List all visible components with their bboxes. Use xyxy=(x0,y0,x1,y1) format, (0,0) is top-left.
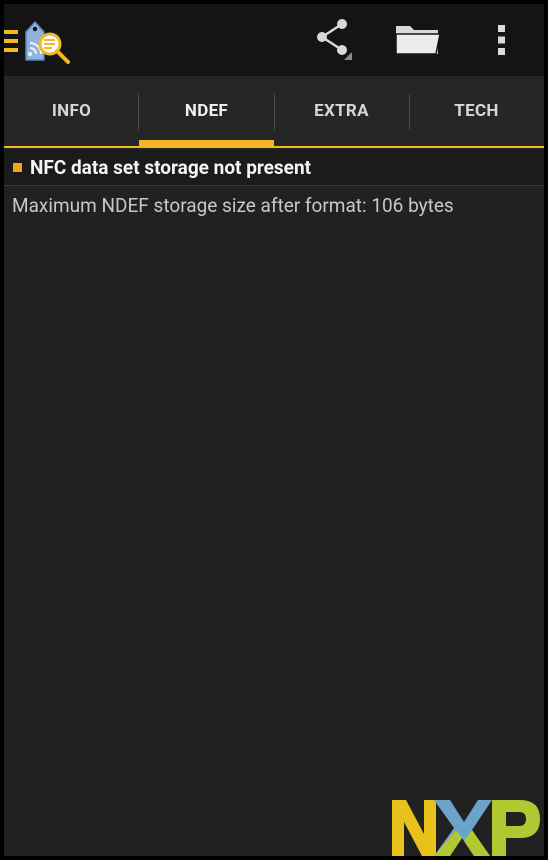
folder-icon xyxy=(395,26,441,55)
tab-ndef[interactable]: NDEF xyxy=(139,76,274,146)
action-bar xyxy=(4,4,544,76)
ndef-storage-info: Maximum NDEF storage size after format: … xyxy=(12,194,454,217)
tab-info[interactable]: INFO xyxy=(4,76,139,146)
more-vert-icon xyxy=(498,25,505,55)
tab-label: EXTRA xyxy=(314,101,369,121)
section-bullet-icon xyxy=(13,163,22,172)
share-button[interactable] xyxy=(304,4,364,76)
nfc-tag-search-icon[interactable] xyxy=(22,14,72,66)
tab-tech[interactable]: TECH xyxy=(409,76,544,146)
overflow-menu-button[interactable] xyxy=(480,4,524,76)
tab-label: TECH xyxy=(454,101,499,121)
device-frame: INFO NDEF EXTRA TECH NFC data set storag… xyxy=(0,0,548,860)
active-tab-indicator xyxy=(139,140,274,146)
tab-label: INFO xyxy=(51,101,92,121)
tab-bar: INFO NDEF EXTRA TECH xyxy=(4,76,544,148)
section-title: NFC data set storage not present xyxy=(30,156,312,179)
app-window: INFO NDEF EXTRA TECH NFC data set storag… xyxy=(4,4,544,856)
section-header: NFC data set storage not present xyxy=(4,150,544,186)
tab-extra[interactable]: EXTRA xyxy=(274,76,409,146)
nxp-logo xyxy=(392,800,540,856)
open-folder-button[interactable] xyxy=(388,4,448,76)
share-icon xyxy=(317,19,352,60)
tab-label: NDEF xyxy=(184,101,229,121)
hamburger-menu-icon[interactable] xyxy=(4,30,18,52)
